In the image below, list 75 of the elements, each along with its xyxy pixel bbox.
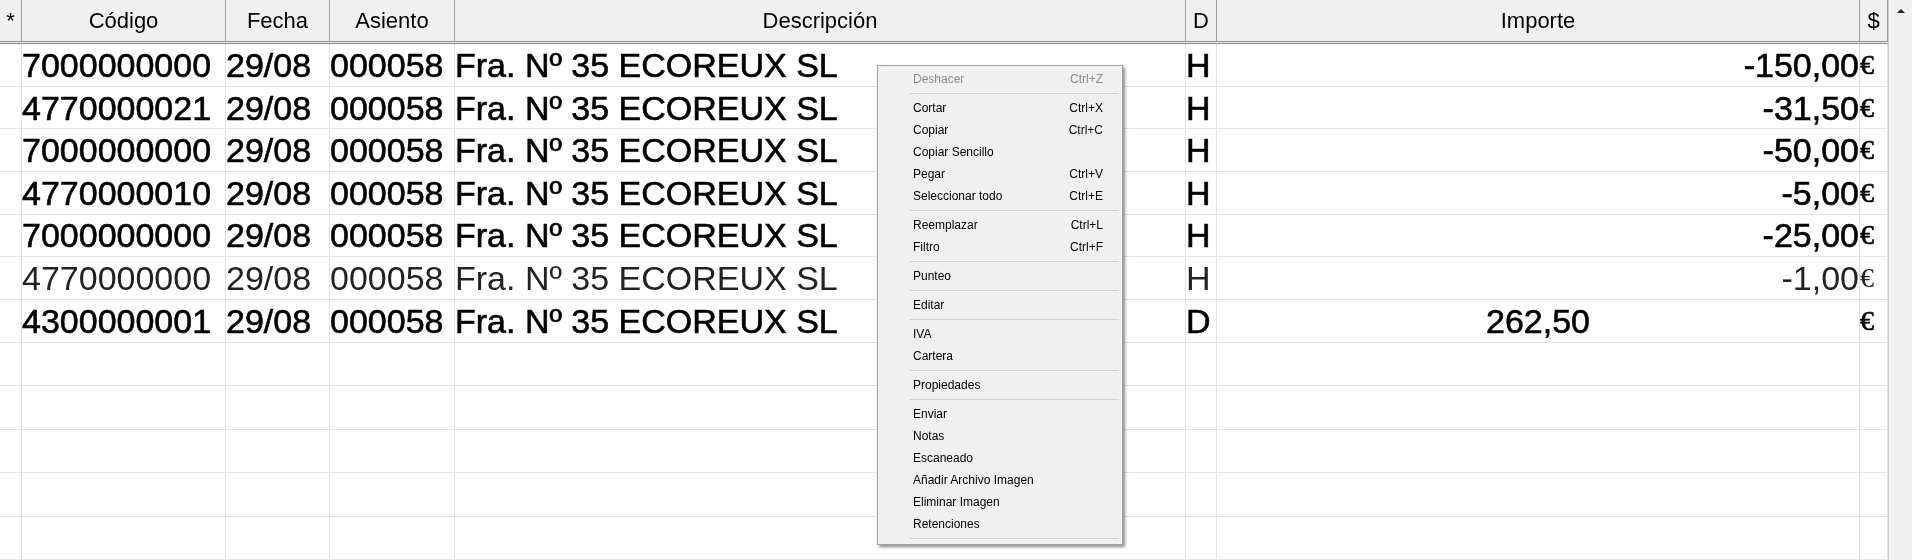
table-cell: -25,00 bbox=[1762, 218, 1859, 253]
table-cell: 29/08 bbox=[226, 47, 312, 82]
column-header[interactable]: Descripción bbox=[455, 0, 1186, 42]
menu-item[interactable]: Pegar Ctrl+V bbox=[878, 163, 1122, 185]
column-header[interactable]: D bbox=[1186, 0, 1217, 42]
table-cell: 7000000000 bbox=[22, 47, 212, 82]
menu-item[interactable]: Eliminar Imagen bbox=[878, 491, 1122, 513]
table-cell: 000058 bbox=[330, 175, 444, 210]
table-cell: -31,50 bbox=[1762, 90, 1859, 125]
menu-item[interactable]: Notas bbox=[878, 425, 1122, 447]
table-cell: 000058 bbox=[330, 303, 444, 338]
table-cell: € bbox=[1860, 136, 1874, 165]
menu-item[interactable]: Añadir Archivo Imagen bbox=[878, 469, 1122, 491]
menu-item[interactable]: Cartera bbox=[878, 345, 1122, 367]
scrollbar[interactable] bbox=[1888, 0, 1912, 560]
table-cell: H bbox=[1186, 133, 1211, 168]
table-cell: 000058 bbox=[330, 261, 444, 296]
table-cell: Fra. Nº 35 ECOREUX SL bbox=[455, 47, 838, 82]
menu-item[interactable]: Retenciones bbox=[878, 513, 1122, 535]
table-cell: 000058 bbox=[330, 90, 444, 125]
table-cell: -150,00 bbox=[1743, 47, 1859, 82]
table-cell: D bbox=[1186, 303, 1211, 338]
column-header[interactable]: Fecha bbox=[226, 0, 330, 42]
table-cell: Fra. Nº 35 ECOREUX SL bbox=[455, 261, 838, 296]
menu-item[interactable]: Copiar Ctrl+C bbox=[878, 119, 1122, 141]
column-header[interactable]: Código bbox=[22, 0, 226, 42]
table-cell: 000058 bbox=[330, 218, 444, 253]
table-cell: € bbox=[1860, 93, 1874, 122]
table-cell: 262,50 bbox=[1486, 303, 1590, 338]
table-cell: 29/08 bbox=[226, 218, 312, 253]
menu-item[interactable]: Filtro Ctrl+F bbox=[878, 236, 1122, 258]
table-cell: -5,00 bbox=[1781, 175, 1859, 210]
table-cell: Fra. Nº 35 ECOREUX SL bbox=[455, 218, 838, 253]
table-cell: € bbox=[1860, 264, 1874, 293]
table-cell: 29/08 bbox=[226, 90, 312, 125]
table-cell: € bbox=[1860, 178, 1874, 207]
table-cell: 000058 bbox=[330, 133, 444, 168]
table-cell: H bbox=[1186, 175, 1211, 210]
column-header[interactable]: * bbox=[0, 0, 22, 42]
table-cell: H bbox=[1186, 261, 1211, 296]
table-cell: H bbox=[1186, 47, 1211, 82]
table-cell: 29/08 bbox=[226, 261, 312, 296]
table-cell: 29/08 bbox=[226, 133, 312, 168]
table-cell: H bbox=[1186, 90, 1211, 125]
table-cell: € bbox=[1860, 221, 1874, 250]
table-cell: 29/08 bbox=[226, 303, 312, 338]
table-cell: 4770000021 bbox=[22, 90, 212, 125]
column-header[interactable]: Importe bbox=[1217, 0, 1860, 42]
column-header[interactable]: Asiento bbox=[330, 0, 455, 42]
menu-item[interactable]: Escaneado bbox=[878, 447, 1122, 469]
table-cell: 4300000001 bbox=[22, 303, 212, 338]
table-cell: € bbox=[1860, 50, 1874, 79]
table-cell: 29/08 bbox=[226, 175, 312, 210]
menu-item[interactable]: Editar bbox=[878, 294, 1122, 316]
table-cell: 000058 bbox=[330, 47, 444, 82]
menu-item[interactable]: Reemplazar Ctrl+L bbox=[878, 214, 1122, 236]
menu-item[interactable]: Cortar Ctrl+X bbox=[878, 97, 1122, 119]
table-cell: 4770000010 bbox=[22, 175, 212, 210]
table-cell: H bbox=[1186, 218, 1211, 253]
menu-item[interactable]: Copiar Sencillo bbox=[878, 141, 1122, 163]
table-cell: Fra. Nº 35 ECOREUX SL bbox=[455, 175, 838, 210]
table-cell: 7000000000 bbox=[22, 133, 212, 168]
menu-item[interactable]: Propiedades bbox=[878, 374, 1122, 396]
menu-item[interactable]: IVA bbox=[878, 323, 1122, 345]
menu-item[interactable]: Punteo bbox=[878, 265, 1122, 287]
menu-item[interactable]: Enviar bbox=[878, 403, 1122, 425]
table-cell: -50,00 bbox=[1762, 133, 1859, 168]
table-cell: Fra. Nº 35 ECOREUX SL bbox=[455, 90, 838, 125]
table-cell: 7000000000 bbox=[22, 218, 212, 253]
table-cell: -1,00 bbox=[1781, 261, 1859, 296]
table-cell: Fra. Nº 35 ECOREUX SL bbox=[455, 303, 838, 338]
table-cell: 4770000000 bbox=[22, 261, 212, 296]
table-cell: € bbox=[1860, 306, 1874, 335]
table-cell: Fra. Nº 35 ECOREUX SL bbox=[455, 133, 838, 168]
menu-item[interactable]: Seleccionar todo Ctrl+E bbox=[878, 185, 1122, 207]
